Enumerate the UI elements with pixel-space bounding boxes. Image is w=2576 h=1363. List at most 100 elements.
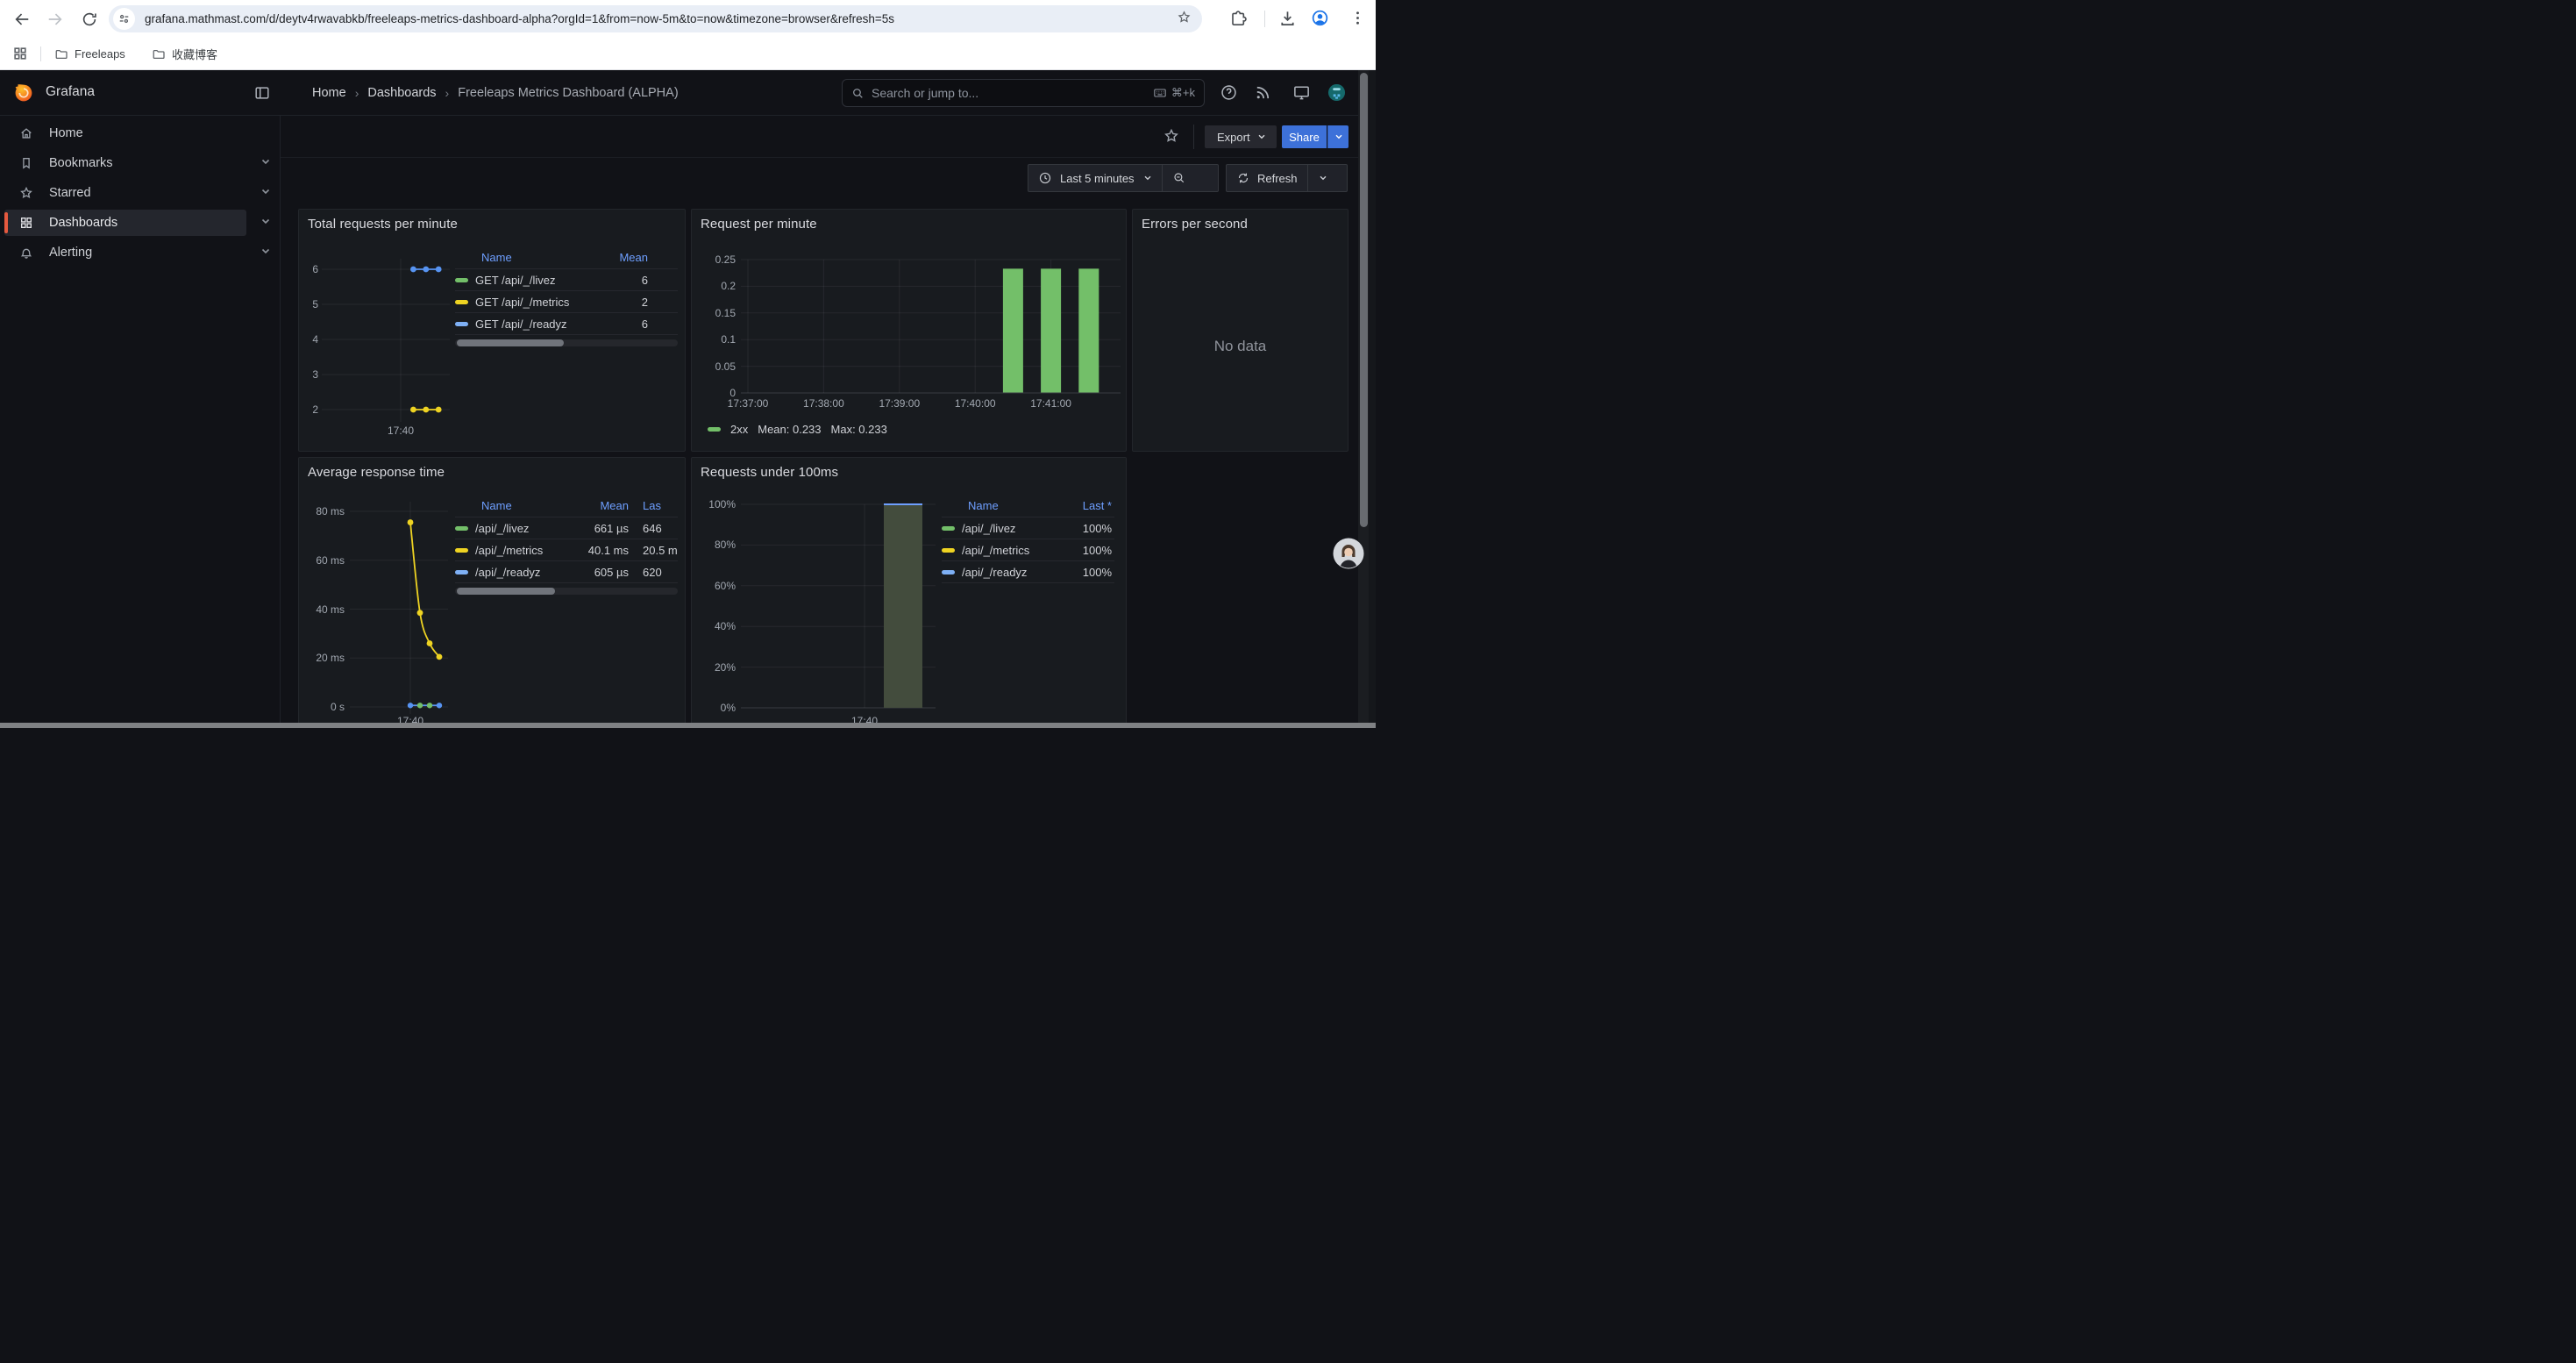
export-button[interactable]: Export <box>1205 125 1277 148</box>
series-name[interactable]: 2xx <box>730 423 748 436</box>
series-name[interactable]: /api/_/metrics <box>475 544 574 557</box>
chevron-down-icon[interactable] <box>260 185 272 202</box>
search-input[interactable]: Search or jump to... ⌘+k <box>842 79 1205 107</box>
legend-row[interactable]: /api/_/readyz 605 µs 620 <box>455 561 678 583</box>
legend-scrollbar[interactable] <box>455 588 678 595</box>
forward-icon[interactable] <box>43 7 67 31</box>
extensions-icon[interactable] <box>1229 9 1248 32</box>
bookmark-folder-blogs[interactable]: 收藏博客 <box>152 43 217 65</box>
series-name[interactable]: /api/_/readyz <box>962 566 1070 579</box>
breadcrumb-separator: › <box>445 86 450 100</box>
legend-col-name[interactable]: Name <box>481 499 574 512</box>
sidebar-item-label: Bookmarks <box>49 156 113 170</box>
panel-title[interactable]: Errors per second <box>1142 217 1248 232</box>
breadcrumb-dashboards[interactable]: Dashboards <box>367 86 436 100</box>
series-color-pill <box>708 427 721 432</box>
grafana-logo-icon[interactable] <box>14 83 33 103</box>
user-avatar[interactable] <box>1327 83 1346 106</box>
legend-row[interactable]: /api/_/metrics 100% <box>942 539 1114 561</box>
legend-col-name[interactable]: Name <box>968 499 1083 512</box>
share-button[interactable]: Share <box>1282 125 1327 148</box>
brand-title[interactable]: Grafana <box>46 84 95 100</box>
floating-assistant-avatar[interactable] <box>1333 538 1364 569</box>
series-name[interactable]: GET /api/_/livez <box>475 274 604 287</box>
dashboards-grid-icon <box>18 215 35 231</box>
time-range-picker[interactable]: Last 5 minutes <box>1028 164 1219 192</box>
screen: grafana.mathmast.com/d/deytv4rwavabkb/fr… <box>0 0 1376 728</box>
legend-col-last[interactable]: Las <box>629 499 678 512</box>
bookmark-folder-freeleaps[interactable]: Freeleaps <box>54 43 125 65</box>
legend-row[interactable]: /api/_/livez 100% <box>942 517 1114 539</box>
profile-icon[interactable] <box>1311 9 1329 32</box>
back-icon[interactable] <box>10 7 33 31</box>
series-color-pill <box>455 548 468 553</box>
share-label: Share <box>1289 131 1320 144</box>
kiosk-monitor-icon[interactable] <box>1292 83 1311 106</box>
address-bar[interactable]: grafana.mathmast.com/d/deytv4rwavabkb/fr… <box>109 5 1202 32</box>
legend-scrollbar[interactable] <box>455 339 678 346</box>
zoom-out-icon[interactable] <box>1172 171 1186 185</box>
chevron-down-icon[interactable] <box>1318 173 1328 183</box>
legend-col-mean[interactable]: Mean <box>619 251 648 264</box>
refresh-button[interactable]: Refresh <box>1226 164 1348 192</box>
url-text[interactable]: grafana.mathmast.com/d/deytv4rwavabkb/fr… <box>145 12 1177 25</box>
legend-col-name[interactable]: Name <box>481 251 619 264</box>
page-scrollbar[interactable] <box>1358 70 1369 723</box>
series-name[interactable]: GET /api/_/readyz <box>475 318 604 331</box>
reload-icon[interactable] <box>77 7 101 31</box>
series-mean: 605 µs <box>574 566 629 579</box>
browser-menu-icon[interactable] <box>1348 9 1367 32</box>
panel-legend: Name Last * /api/_/livez 100% /api/_/met… <box>942 495 1114 583</box>
chevron-down-icon[interactable] <box>260 245 272 261</box>
legend-col-last[interactable]: Last * <box>1083 499 1112 512</box>
legend-row[interactable]: GET /api/_/metrics 2 <box>455 291 678 313</box>
series-name[interactable]: /api/_/metrics <box>962 544 1070 557</box>
breadcrumb: Home › Dashboards › Freeleaps Metrics Da… <box>312 70 679 116</box>
series-name[interactable]: GET /api/_/metrics <box>475 296 604 309</box>
refresh-label: Refresh <box>1257 172 1298 185</box>
scrollbar-thumb[interactable] <box>1360 73 1368 527</box>
bookmark-star-icon[interactable] <box>1177 10 1192 29</box>
keyboard-icon <box>1153 86 1167 100</box>
favorite-star-icon[interactable] <box>1163 127 1180 149</box>
chevron-down-icon <box>1142 173 1153 183</box>
chevron-down-icon[interactable] <box>260 155 272 172</box>
collapse-sidebar-icon[interactable] <box>253 84 271 106</box>
sidebar-item-starred[interactable]: Starred <box>4 180 246 206</box>
downloads-icon[interactable] <box>1278 9 1297 32</box>
share-menu-button[interactable] <box>1327 125 1348 148</box>
breadcrumb-current: Freeleaps Metrics Dashboard (ALPHA) <box>458 86 678 100</box>
series-name[interactable]: /api/_/readyz <box>475 566 574 579</box>
help-icon[interactable] <box>1220 83 1238 106</box>
panel-errors-per-second: Errors per second No data <box>1132 209 1348 452</box>
search-icon <box>851 87 865 100</box>
panel-legend[interactable]: 2xx Mean: 0.233 Max: 0.233 <box>708 423 887 436</box>
sidebar-item-bookmarks[interactable]: Bookmarks <box>4 150 246 176</box>
series-name[interactable]: /api/_/livez <box>962 522 1070 535</box>
sidebar-item-home[interactable]: Home <box>4 120 246 146</box>
breadcrumb-separator: › <box>355 86 359 100</box>
panel-request-per-minute: Request per minute 0.250.20.150.10.05017… <box>691 209 1127 452</box>
apps-grid-icon[interactable] <box>12 46 28 66</box>
no-data-message: No data <box>1133 338 1348 355</box>
breadcrumb-home[interactable]: Home <box>312 86 346 100</box>
site-settings-icon[interactable] <box>113 8 135 30</box>
series-name[interactable]: /api/_/livez <box>475 522 574 535</box>
series-color-pill <box>942 570 955 574</box>
legend-row[interactable]: /api/_/readyz 100% <box>942 561 1114 583</box>
chart-request-per-minute[interactable]: 0.250.20.150.10.05017:37:0017:38:0017:39… <box>692 210 1126 451</box>
legend-row[interactable]: /api/_/metrics 40.1 ms 20.5 m <box>455 539 678 561</box>
legend-col-mean[interactable]: Mean <box>574 499 629 512</box>
folder-icon <box>152 47 166 61</box>
home-icon <box>18 125 35 141</box>
news-rss-icon[interactable] <box>1254 83 1272 106</box>
sidebar-nav: Home Bookmarks Starred Dashboards Alerti… <box>0 116 281 723</box>
legend-row[interactable]: GET /api/_/readyz 6 <box>455 313 678 335</box>
sidebar-item-alerting[interactable]: Alerting <box>4 239 246 266</box>
sidebar-item-dashboards[interactable]: Dashboards <box>4 210 246 236</box>
legend-row[interactable]: GET /api/_/livez 6 <box>455 269 678 291</box>
window-edge <box>1369 70 1376 723</box>
legend-row[interactable]: /api/_/livez 661 µs 646 <box>455 517 678 539</box>
segment-divider <box>1307 165 1308 191</box>
chevron-down-icon[interactable] <box>260 215 272 232</box>
